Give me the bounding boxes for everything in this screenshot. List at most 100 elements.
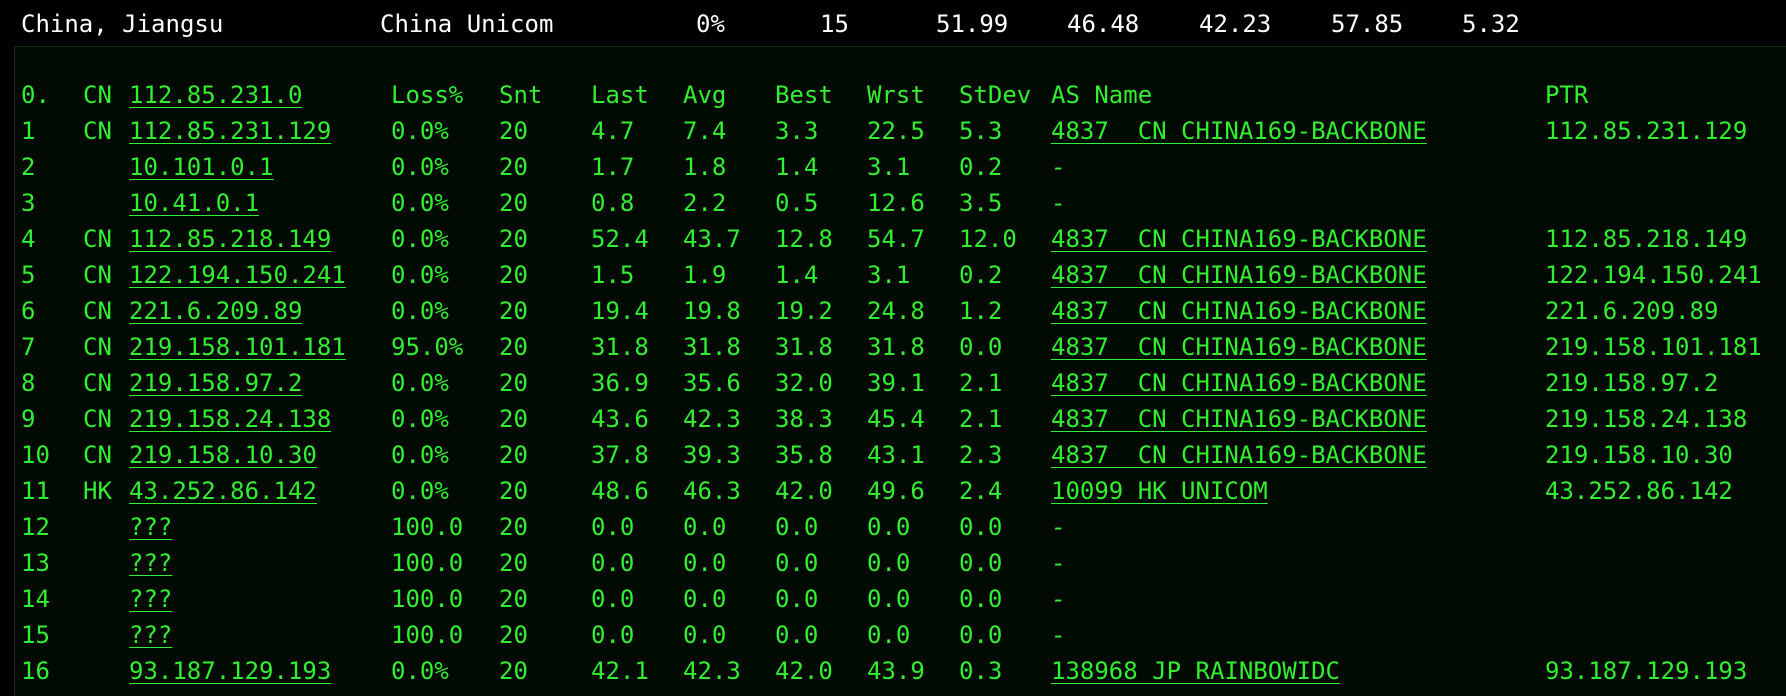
stdev-value: 2.1 [959,405,1003,433]
sent-value: 20 [499,405,528,433]
as-name[interactable]: 4837 CN CHINA169-BACKBONE [1051,221,1427,257]
sent-value: 20 [499,333,528,361]
summary-sent: 15 [820,10,849,38]
hop-number: 15 [21,621,50,649]
hop-number: 3 [21,189,36,217]
worst-value: 22.5 [867,117,925,145]
hop-ip-link[interactable]: ??? [129,617,172,653]
summary-loss: 0% [696,10,725,38]
hop-ip-link[interactable]: 112.85.218.149 [129,221,331,257]
summary-bar: China, Jiangsu China Unicom 0% 15 51.99 … [0,0,1786,46]
loss-value: 0.0% [391,477,449,505]
stdev-value: 0.0 [959,333,1003,361]
hop-number: 14 [21,585,50,613]
hop-ip-link[interactable]: 10.41.0.1 [129,185,259,221]
hop-ip-link[interactable]: 219.158.10.30 [129,437,317,473]
hop-number: 2 [21,153,36,181]
avg-value: 19.8 [683,297,741,325]
hop-ip-link[interactable]: 93.187.129.193 [129,653,331,689]
last-value: 1.7 [591,153,635,181]
worst-value: 3.1 [867,261,911,289]
hop-ip-link[interactable]: 221.6.209.89 [129,293,302,329]
ptr-value: 112.85.218.149 [1545,225,1748,253]
avg-value: 1.9 [683,261,727,289]
hop-ip-link[interactable]: 219.158.24.138 [129,401,331,437]
best-value: 19.2 [775,297,833,325]
header-ip-link[interactable]: 112.85.231.0 [129,77,302,113]
best-value: 1.4 [775,261,819,289]
avg-value: 42.3 [683,657,741,685]
loss-value: 0.0% [391,117,449,145]
worst-value: 31.8 [867,333,925,361]
hop-ip-link[interactable]: 10.101.0.1 [129,149,274,185]
country-code: CN [83,369,112,397]
header-loss: Loss% [391,81,464,109]
mtr-output-panel: 0. CN 112.85.231.0 Loss% Snt Last Avg Be… [14,46,1786,696]
hop-ip-link[interactable]: 43.252.86.142 [129,473,317,509]
as-name: - [1051,513,1066,541]
last-value: 19.4 [591,297,649,325]
hop-number: 9 [21,405,36,433]
last-value: 0.0 [591,621,635,649]
best-value: 0.0 [775,621,819,649]
hop-ip-link[interactable]: ??? [129,545,172,581]
ptr-value: 219.158.24.138 [1545,405,1748,433]
worst-value: 43.1 [867,441,925,469]
stdev-value: 0.0 [959,549,1003,577]
as-name[interactable]: 4837 CN CHINA169-BACKBONE [1051,113,1427,149]
hop-number: 10 [21,441,50,469]
hop-number: 7 [21,333,36,361]
as-name[interactable]: 4837 CN CHINA169-BACKBONE [1051,365,1427,401]
table-row: 1 CN 112.85.231.129 0.0% 20 4.7 7.4 3.3 22.5 5.3 4… [15,113,1786,149]
as-name[interactable]: 4837 CN CHINA169-BACKBONE [1051,293,1427,329]
header-stdev: StDev [959,81,1032,109]
best-value: 1.4 [775,153,819,181]
header-avg: Avg [683,81,727,109]
hop-ip-link[interactable]: 219.158.101.181 [129,329,346,365]
last-value: 1.5 [591,261,635,289]
loss-value: 0.0% [391,405,449,433]
worst-value: 0.0 [867,621,911,649]
loss-value: 100.0 [391,549,464,577]
hop-ip-link[interactable]: 122.194.150.241 [129,257,346,293]
hop-ip-link[interactable]: 219.158.97.2 [129,365,302,401]
as-name[interactable]: 4837 CN CHINA169-BACKBONE [1051,257,1427,293]
hop-ip-link[interactable]: ??? [129,509,172,545]
best-value: 31.8 [775,333,833,361]
summary-isp: China Unicom [380,10,554,38]
as-name[interactable]: 138968 JP RAINBOWIDC [1051,653,1340,689]
avg-value: 7.4 [683,117,727,145]
ptr-value: 93.187.129.193 [1545,657,1748,685]
country-code: CN [83,333,112,361]
summary-value-5: 5.32 [1462,10,1520,38]
header-last: Last [591,81,649,109]
last-value: 0.0 [591,513,635,541]
last-value: 37.8 [591,441,649,469]
avg-value: 0.0 [683,513,727,541]
hop-ip-link[interactable]: ??? [129,581,172,617]
worst-value: 0.0 [867,513,911,541]
stdev-value: 0.0 [959,513,1003,541]
loss-value: 95.0% [391,333,464,361]
as-name[interactable]: 4837 CN CHINA169-BACKBONE [1051,401,1427,437]
ptr-value: 43.252.86.142 [1545,477,1733,505]
avg-value: 1.8 [683,153,727,181]
table-row: 6 CN 221.6.209.89 0.0% 20 19.4 19.8 19.2 24.8 1.2… [15,293,1786,329]
loss-value: 100.0 [391,513,464,541]
worst-value: 54.7 [867,225,925,253]
hop-ip-link[interactable]: 112.85.231.129 [129,113,331,149]
hop-number: 8 [21,369,36,397]
as-name[interactable]: 10099 HK UNICOM [1051,473,1268,509]
loss-value: 100.0 [391,621,464,649]
loss-value: 0.0% [391,441,449,469]
as-name[interactable]: 4837 CN CHINA169-BACKBONE [1051,437,1427,473]
as-name[interactable]: 4837 CN CHINA169-BACKBONE [1051,329,1427,365]
worst-value: 24.8 [867,297,925,325]
as-name: - [1051,153,1066,181]
table-row: 15??? 100.0 20 0.0 0.0 0.0 0.0 0.0 - [15,617,1786,653]
last-value: 4.7 [591,117,635,145]
avg-value: 46.3 [683,477,741,505]
table-row: 12??? 100.0 20 0.0 0.0 0.0 0.0 0.0 - [15,509,1786,545]
ptr-value: 122.194.150.241 [1545,261,1762,289]
sent-value: 20 [499,117,528,145]
